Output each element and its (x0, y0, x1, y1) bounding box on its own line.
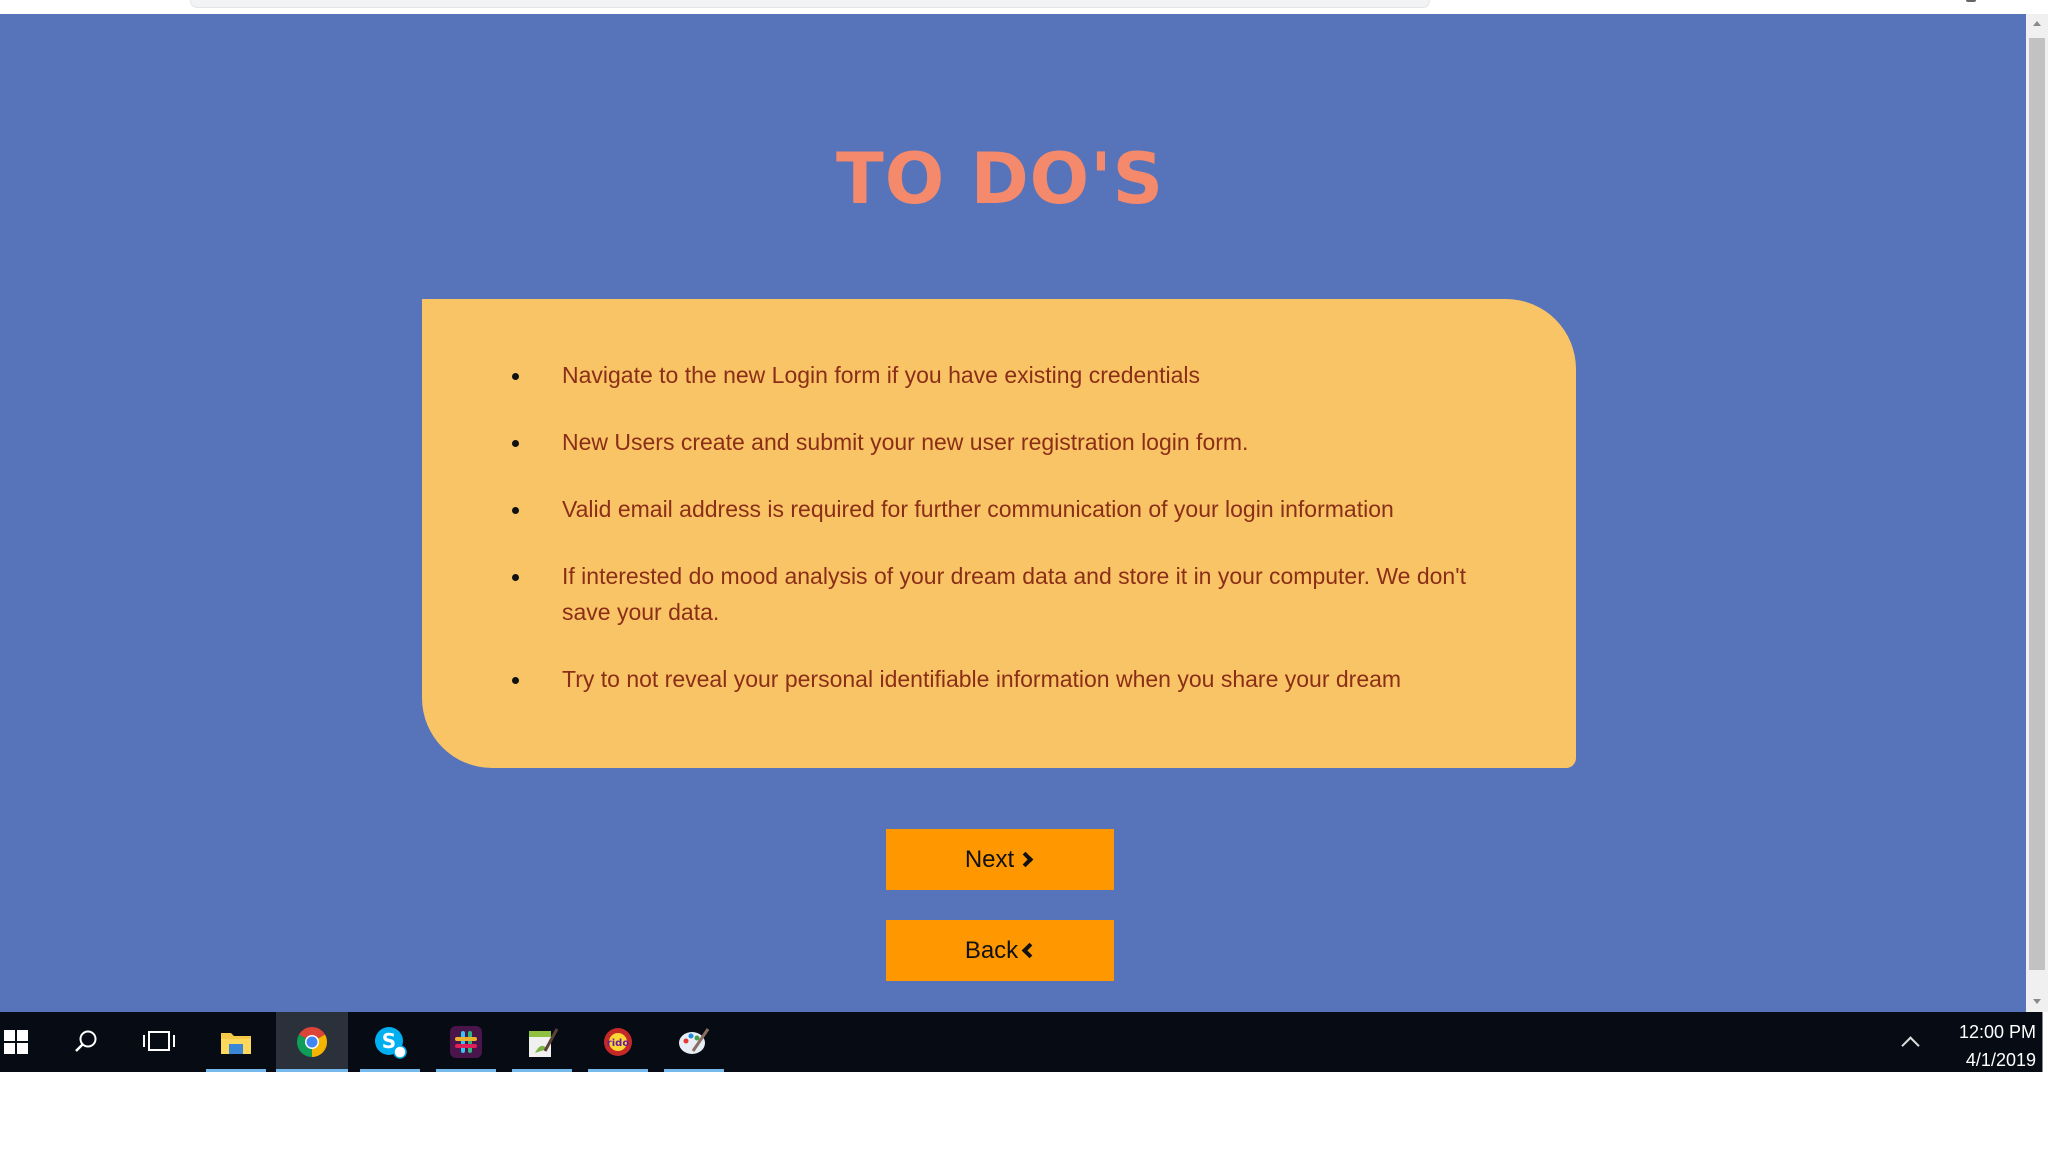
rido-icon[interactable]: rido (588, 1012, 648, 1072)
skype-icon[interactable]: S (360, 1012, 420, 1072)
window-control-icon[interactable] (1966, 0, 1976, 2)
todo-item: Navigate to the new Login form if you ha… (512, 357, 1516, 393)
bullet-icon (512, 507, 519, 514)
search-icon[interactable] (62, 1012, 110, 1072)
todo-text: Try to not reveal your personal identifi… (562, 666, 1402, 692)
task-view-icon[interactable] (134, 1012, 184, 1072)
windows-start-icon[interactable] (0, 1012, 34, 1072)
todo-item: New Users create and submit your new use… (512, 424, 1516, 460)
todo-text: If interested do mood analysis of your d… (562, 563, 1467, 625)
chevron-right-icon (1017, 851, 1034, 868)
scroll-down-arrow-icon[interactable] (2026, 992, 2048, 1012)
scroll-thumb[interactable] (2029, 38, 2045, 970)
file-explorer-icon[interactable] (206, 1012, 266, 1072)
todo-item: Try to not reveal your personal identifi… (512, 661, 1516, 697)
screen: TO DO'S Navigate to the new Login form i… (0, 0, 2048, 1152)
todo-text: New Users create and submit your new use… (562, 429, 1249, 455)
back-button-label: Back (964, 936, 1019, 964)
back-button[interactable]: Back (886, 920, 1114, 981)
todo-item: If interested do mood analysis of your d… (512, 558, 1516, 630)
next-button-label: Next (964, 845, 1015, 873)
notepad-plus-icon[interactable] (512, 1012, 572, 1072)
clock-date: 4/1/2019 (1965, 1050, 2036, 1070)
vertical-scrollbar[interactable] (2026, 14, 2048, 1012)
show-desktop-button[interactable] (2042, 1012, 2048, 1072)
paint-icon[interactable] (664, 1012, 724, 1072)
todo-text: Navigate to the new Login form if you ha… (562, 362, 1200, 388)
clock-time: 12:00 PM (1958, 1022, 2036, 1042)
browser-top-strip (0, 0, 2048, 14)
svg-text:rido: rido (607, 1038, 630, 1049)
slack-icon[interactable] (436, 1012, 496, 1072)
chevron-left-icon (1021, 942, 1038, 959)
todo-item: Valid email address is required for furt… (512, 491, 1516, 527)
chrome-icon[interactable] (276, 1012, 348, 1072)
chevron-up-icon[interactable] (1898, 1012, 1922, 1072)
next-button[interactable]: Next (886, 829, 1114, 890)
blank-area (0, 1072, 2048, 1152)
system-clock[interactable]: 12:00 PM 4/1/2019 (1932, 1018, 2036, 1074)
todo-text: Valid email address is required for furt… (562, 496, 1394, 522)
todo-list: Navigate to the new Login form if you ha… (512, 357, 1516, 697)
bullet-icon (512, 440, 519, 447)
scroll-up-arrow-icon[interactable] (2026, 14, 2048, 34)
bullet-icon (512, 373, 519, 380)
page-title: TO DO'S (835, 138, 1165, 220)
bullet-icon (512, 574, 519, 581)
page-viewport: TO DO'S Navigate to the new Login form i… (0, 14, 2026, 1012)
bullet-icon (512, 677, 519, 684)
address-bar[interactable] (190, 0, 1430, 8)
todo-card: Navigate to the new Login form if you ha… (422, 299, 1576, 768)
taskbar: S rido 12:00 PM 4/1/2019 (0, 1012, 2048, 1072)
